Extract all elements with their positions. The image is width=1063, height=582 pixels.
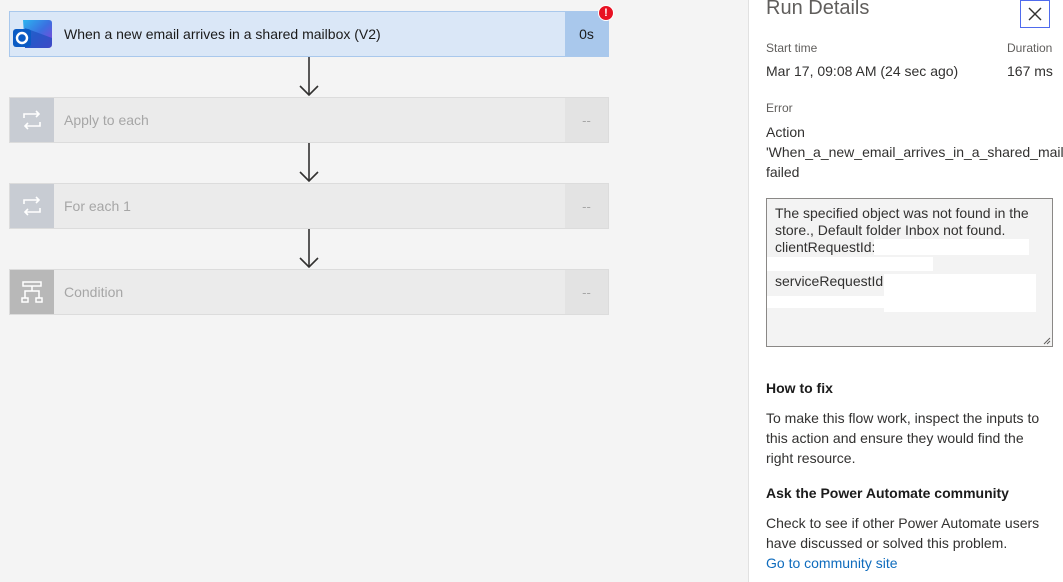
how-to-fix-heading: How to fix bbox=[766, 380, 833, 396]
arrow-down-icon bbox=[299, 57, 319, 97]
step-duration: -- bbox=[565, 184, 608, 228]
outlook-icon bbox=[10, 12, 54, 56]
error-label: Error bbox=[766, 101, 793, 115]
community-link[interactable]: Go to community site bbox=[766, 555, 898, 571]
loop-icon bbox=[10, 184, 54, 228]
error-detail-line: store., Default folder Inbox not found. bbox=[775, 222, 1006, 238]
close-icon bbox=[1028, 7, 1042, 21]
error-badge-icon: ! bbox=[598, 5, 614, 21]
redaction bbox=[884, 274, 1036, 312]
error-line: 'When_a_new_email_arrives_in_a_shared_ma… bbox=[766, 144, 1063, 160]
step-title: Apply to each bbox=[64, 112, 149, 128]
arrow-down-icon bbox=[299, 229, 319, 269]
start-time-value: Mar 17, 09:08 AM (24 sec ago) bbox=[766, 63, 959, 79]
duration-label: Duration bbox=[1007, 41, 1053, 55]
flow-step-for-each-1[interactable]: For each 1 -- bbox=[9, 183, 609, 229]
error-summary: Action 'When_a_new_email_arrives_in_a_sh… bbox=[766, 122, 1063, 182]
error-line: failed bbox=[766, 164, 800, 180]
loop-icon bbox=[10, 98, 54, 142]
flow-step-condition[interactable]: Condition -- bbox=[9, 269, 609, 315]
resize-grip-icon[interactable] bbox=[1043, 337, 1051, 345]
condition-icon bbox=[10, 270, 54, 314]
community-heading: Ask the Power Automate community bbox=[766, 485, 1009, 501]
duration-value: 167 ms bbox=[1007, 63, 1053, 79]
how-to-fix-text: To make this flow work, inspect the inpu… bbox=[766, 410, 1040, 466]
flow-canvas: When a new email arrives in a shared mai… bbox=[0, 0, 748, 582]
step-title: Condition bbox=[64, 284, 124, 300]
flow-step-apply-to-each[interactable]: Apply to each -- bbox=[9, 97, 609, 143]
run-details-panel: Run Details Start time Duration Mar 17, … bbox=[748, 0, 1063, 582]
step-title: For each 1 bbox=[64, 198, 131, 214]
panel-title: Run Details bbox=[766, 0, 870, 19]
redaction bbox=[874, 239, 1029, 255]
redaction bbox=[767, 296, 887, 308]
error-detail-line: The specified object was not found in th… bbox=[775, 205, 1029, 221]
step-title: When a new email arrives in a shared mai… bbox=[64, 26, 381, 42]
error-line: Action bbox=[766, 124, 805, 140]
flow-step-trigger[interactable]: When a new email arrives in a shared mai… bbox=[9, 5, 614, 57]
close-button[interactable] bbox=[1020, 0, 1050, 28]
error-detail-box[interactable]: The specified object was not found in th… bbox=[766, 198, 1053, 347]
arrow-down-icon bbox=[299, 143, 319, 183]
step-duration: -- bbox=[565, 98, 608, 142]
start-time-label: Start time bbox=[766, 41, 818, 55]
redaction bbox=[767, 257, 933, 271]
community-text: Check to see if other Power Automate use… bbox=[766, 515, 1040, 551]
step-duration: -- bbox=[565, 270, 608, 314]
